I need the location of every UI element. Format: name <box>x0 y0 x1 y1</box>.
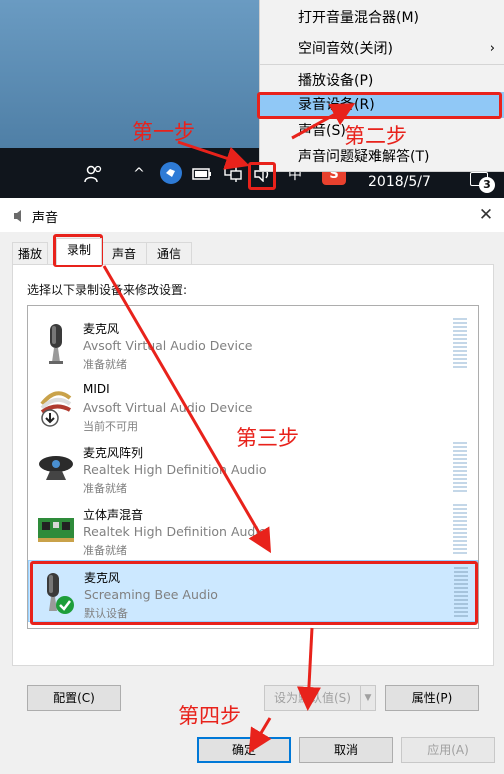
highlight-volume-icon <box>248 162 276 190</box>
step-four-label: 第四步 <box>178 704 241 728</box>
device-status: 当前不可用 <box>83 420 138 433</box>
app-tray-icon[interactable] <box>160 162 182 184</box>
menu-item-playback-devices[interactable]: 播放设备(P) <box>260 68 504 94</box>
step-two-label: 第二步 <box>344 124 407 148</box>
step-three-label: 第三步 <box>236 426 299 450</box>
device-name: 麦克风阵列 <box>83 446 144 460</box>
highlight-recording-devices <box>257 92 502 119</box>
device-description: Realtek High Definition Audio <box>83 524 267 539</box>
midi-cable-icon <box>36 384 76 428</box>
tab-playback[interactable]: 播放 <box>12 242 48 264</box>
speaker-app-icon <box>13 209 25 223</box>
tab-recording[interactable]: 录制 <box>56 238 102 265</box>
properties-button[interactable]: 属性(P) <box>385 685 479 711</box>
battery-icon[interactable] <box>192 163 212 185</box>
notification-count-badge: 3 <box>479 177 495 193</box>
device-status: 准备就绪 <box>83 358 127 371</box>
device-description: Realtek High Definition Audio <box>83 462 267 477</box>
close-button[interactable]: ✕ <box>474 203 498 227</box>
menu-item-label: 打开音量混合器(M) <box>298 10 420 26</box>
apply-button[interactable]: 应用(A) <box>401 737 495 763</box>
menu-item-open-volume-mixer[interactable]: 打开音量混合器(M) <box>260 5 504 31</box>
menu-item-label: 声音(S) <box>298 123 346 139</box>
device-status: 准备就绪 <box>83 544 127 557</box>
webcam-mic-array-icon <box>36 446 76 490</box>
tab-sounds[interactable]: 声音 <box>101 242 147 264</box>
level-meter <box>453 318 467 368</box>
menu-item-label: 声音问题疑难解答(T) <box>298 149 430 165</box>
taskbar-date[interactable]: 2018/5/7 <box>368 174 431 190</box>
configure-button[interactable]: 配置(C) <box>27 685 121 711</box>
list-item[interactable]: 麦克风 Avsoft Virtual Audio Device 准备就绪 <box>28 312 478 374</box>
device-name: MIDI <box>83 382 110 396</box>
step-one-label: 第一步 <box>132 120 195 144</box>
device-name: 立体声混音 <box>83 508 144 522</box>
menu-item-label: 空间音效(关闭) <box>298 41 393 57</box>
highlight-selected-device <box>30 561 478 625</box>
level-meter <box>453 442 467 492</box>
list-item[interactable]: 立体声混音 Realtek High Definition Audio 准备就绪 <box>28 498 478 560</box>
microphone-icon <box>36 322 76 366</box>
show-hidden-icons-chevron[interactable]: ^ <box>130 163 148 185</box>
menu-separator <box>260 64 504 65</box>
device-description: Avsoft Virtual Audio Device <box>83 338 253 353</box>
device-description: Avsoft Virtual Audio Device <box>83 400 253 415</box>
cancel-button[interactable]: 取消 <box>299 737 393 763</box>
sound-card-icon <box>36 508 76 552</box>
device-name: 麦克风 <box>83 322 120 336</box>
dialog-titlebar[interactable] <box>0 198 504 232</box>
set-default-button[interactable]: 设为默认值(S) <box>264 685 361 711</box>
submenu-arrow-icon: › <box>489 41 495 56</box>
instruction-text: 选择以下录制设备来修改设置: <box>27 283 188 297</box>
menu-item-spatial-sound[interactable]: 空间音效(关闭) › <box>260 36 504 62</box>
ok-button[interactable]: 确定 <box>197 737 291 763</box>
network-icon[interactable] <box>222 163 244 185</box>
set-default-dropdown-arrow[interactable]: ▼ <box>360 685 376 711</box>
menu-item-label: 播放设备(P) <box>298 73 374 89</box>
action-center-icon[interactable]: 3 <box>470 170 496 193</box>
device-status: 准备就绪 <box>83 482 127 495</box>
people-icon[interactable] <box>82 163 104 185</box>
tab-communications[interactable]: 通信 <box>146 242 192 264</box>
dialog-title: 声音 <box>32 211 59 226</box>
level-meter <box>453 504 467 554</box>
